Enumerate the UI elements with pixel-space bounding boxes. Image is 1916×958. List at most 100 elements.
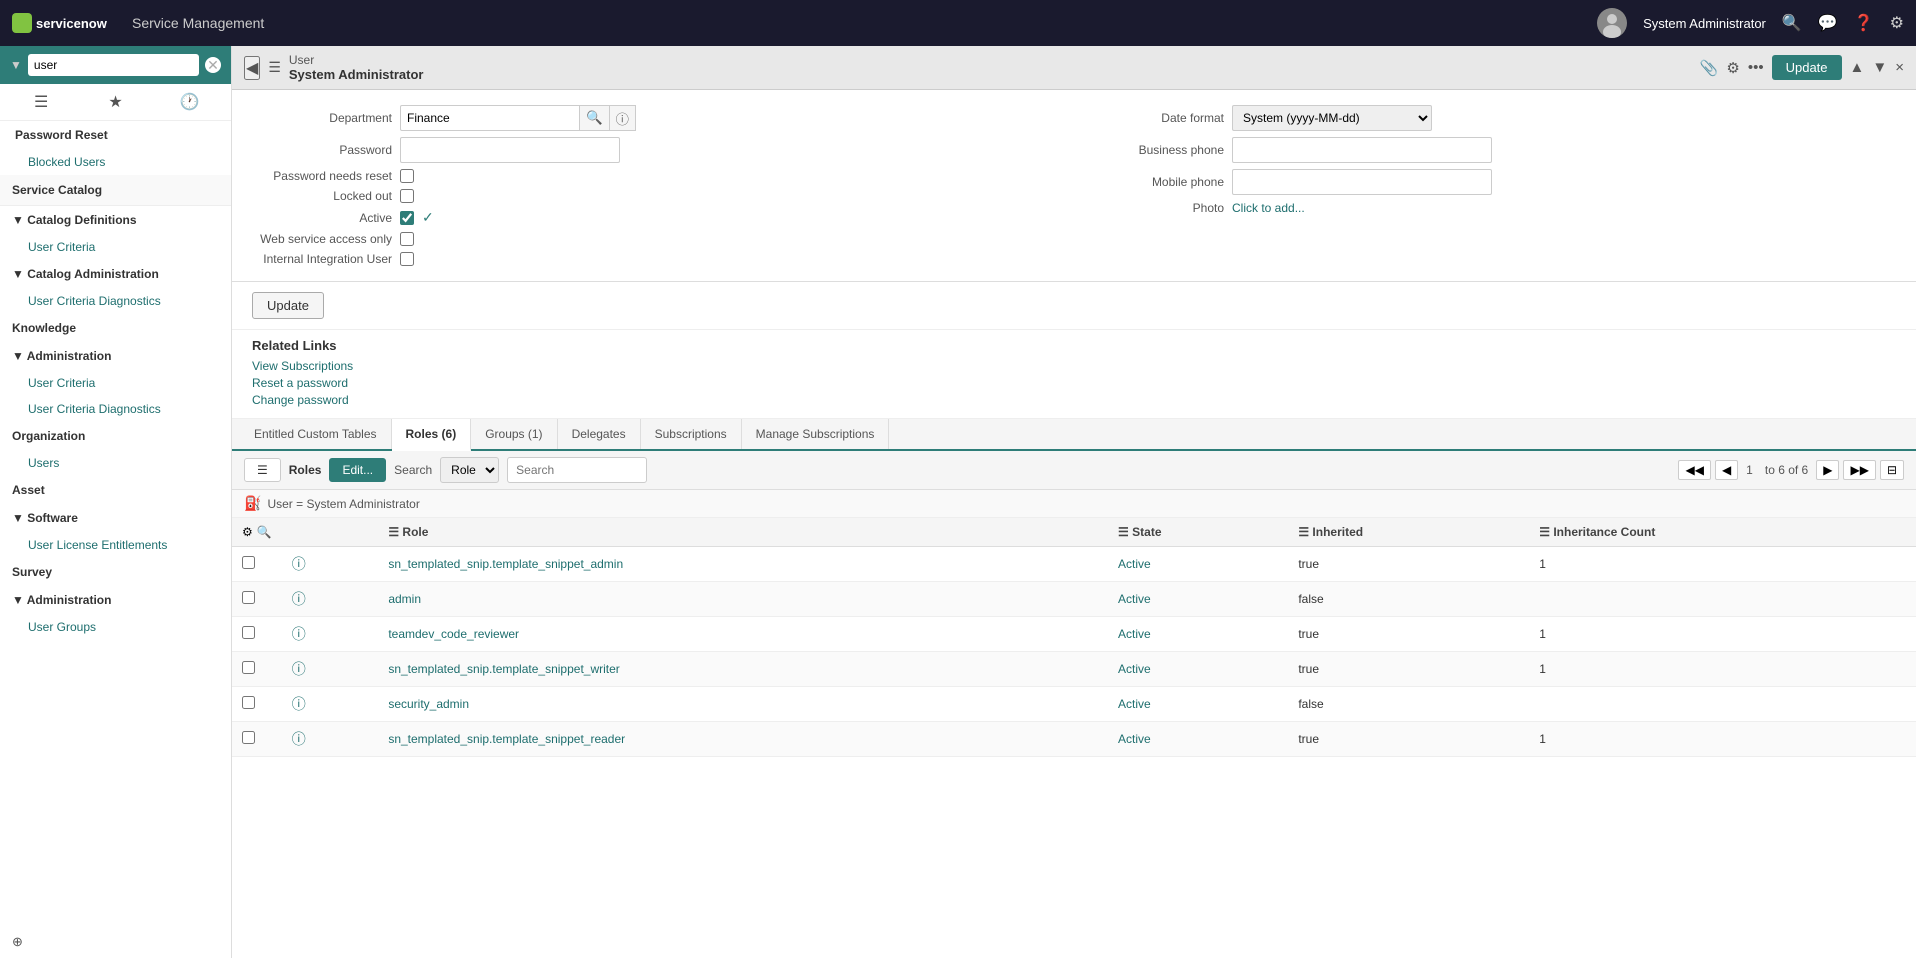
sidebar-item-user-criteria-diagnostics-1[interactable]: User Criteria Diagnostics bbox=[0, 288, 231, 314]
sidebar-item-survey[interactable]: Survey bbox=[0, 558, 231, 586]
role-link-6[interactable]: sn_templated_snip.template_snippet_reade… bbox=[388, 732, 625, 746]
sidebar-add-btn[interactable]: ⊕ bbox=[0, 926, 231, 958]
sidebar-tab-history[interactable]: 🕐 bbox=[157, 88, 223, 116]
state-link-3[interactable]: Active bbox=[1118, 627, 1151, 641]
row-info-icon-6[interactable]: ⓘ bbox=[292, 731, 306, 747]
sidebar-item-organization[interactable]: Organization bbox=[0, 422, 231, 450]
table-menu-btn[interactable]: ☰ bbox=[244, 458, 281, 482]
tab-groups[interactable]: Groups (1) bbox=[471, 419, 557, 449]
tab-entitled-custom-tables[interactable]: Entitled Custom Tables bbox=[240, 419, 392, 449]
sidebar-item-user-criteria-1[interactable]: User Criteria bbox=[0, 234, 231, 260]
row-info-icon-1[interactable]: ⓘ bbox=[292, 556, 306, 572]
state-link-1[interactable]: Active bbox=[1118, 557, 1151, 571]
department-info-btn[interactable]: ⓘ bbox=[610, 105, 636, 131]
nav-down-button[interactable]: ▼ bbox=[1872, 59, 1887, 76]
table-search-col-btn[interactable]: 🔍 bbox=[257, 525, 272, 539]
filter-funnel-icon: ⛽ bbox=[244, 495, 261, 512]
table-search-input[interactable] bbox=[507, 457, 647, 483]
chat-icon[interactable]: 💬 bbox=[1818, 13, 1838, 33]
sidebar-item-user-groups[interactable]: User Groups bbox=[0, 614, 231, 640]
locked-out-checkbox[interactable] bbox=[400, 189, 414, 203]
password-input[interactable] bbox=[400, 137, 620, 163]
first-page-btn[interactable]: ◀◀ bbox=[1678, 460, 1710, 480]
state-link-4[interactable]: Active bbox=[1118, 662, 1151, 676]
help-icon[interactable]: ❓ bbox=[1854, 13, 1874, 33]
tab-delegates[interactable]: Delegates bbox=[558, 419, 641, 449]
form-settings-button[interactable]: ⚙ bbox=[1726, 59, 1739, 77]
tab-roles[interactable]: Roles (6) bbox=[392, 419, 472, 451]
row-checkbox-4[interactable] bbox=[242, 661, 255, 674]
reset-password-link[interactable]: Reset a password bbox=[252, 376, 1896, 390]
edit-btn[interactable]: Edit... bbox=[329, 458, 386, 482]
photo-click-link[interactable]: Click to add... bbox=[1232, 201, 1305, 215]
sidebar-expand-administration-1[interactable]: ▼ Administration bbox=[0, 342, 231, 370]
brand-logo[interactable]: servicenow bbox=[12, 11, 122, 35]
row-checkbox-2[interactable] bbox=[242, 591, 255, 604]
attach-button[interactable]: 📎 bbox=[1700, 59, 1719, 77]
role-link-3[interactable]: teamdev_code_reviewer bbox=[388, 627, 519, 641]
update-header-button[interactable]: Update bbox=[1772, 55, 1842, 80]
row-info-icon-4[interactable]: ⓘ bbox=[292, 661, 306, 677]
role-link-1[interactable]: sn_templated_snip.template_snippet_admin bbox=[388, 557, 623, 571]
table-gear-btn[interactable]: ⚙ bbox=[242, 525, 253, 539]
sidebar-search-input[interactable] bbox=[28, 54, 199, 76]
sidebar-expand-catalog-definitions[interactable]: ▼ Catalog Definitions bbox=[0, 206, 231, 234]
sidebar-tab-list[interactable]: ☰ bbox=[8, 88, 74, 116]
close-panel-button[interactable]: × bbox=[1895, 59, 1904, 76]
prev-page-btn[interactable]: ◀ bbox=[1715, 460, 1738, 480]
sidebar-tab-favorites[interactable]: ★ bbox=[82, 88, 148, 116]
sidebar-clear-btn[interactable]: ✕ bbox=[205, 57, 221, 73]
update-form-button[interactable]: Update bbox=[252, 292, 324, 319]
tab-subscriptions[interactable]: Subscriptions bbox=[641, 419, 742, 449]
department-search-btn[interactable]: 🔍 bbox=[580, 105, 610, 131]
back-button[interactable]: ◀ bbox=[244, 56, 260, 80]
nav-up-button[interactable]: ▲ bbox=[1850, 59, 1865, 76]
related-links-title: Related Links bbox=[252, 338, 1896, 353]
last-page-btn[interactable]: ▶▶ bbox=[1843, 460, 1875, 480]
state-link-5[interactable]: Active bbox=[1118, 697, 1151, 711]
inherited-6: true bbox=[1288, 722, 1529, 757]
sidebar-item-user-license[interactable]: User License Entitlements bbox=[0, 532, 231, 558]
role-link-2[interactable]: admin bbox=[388, 592, 421, 606]
row-checkbox-5[interactable] bbox=[242, 696, 255, 709]
sidebar-item-blocked-users[interactable]: Blocked Users bbox=[0, 149, 231, 175]
change-password-link[interactable]: Change password bbox=[252, 393, 1896, 407]
sidebar-item-user-criteria-diagnostics-2[interactable]: User Criteria Diagnostics bbox=[0, 396, 231, 422]
business-phone-input[interactable] bbox=[1232, 137, 1492, 163]
tab-manage-subscriptions[interactable]: Manage Subscriptions bbox=[742, 419, 890, 449]
grid-view-btn[interactable]: ⊟ bbox=[1880, 460, 1904, 480]
internal-integration-checkbox[interactable] bbox=[400, 252, 414, 266]
role-link-4[interactable]: sn_templated_snip.template_snippet_write… bbox=[388, 662, 619, 676]
state-link-6[interactable]: Active bbox=[1118, 732, 1151, 746]
row-info-icon-3[interactable]: ⓘ bbox=[292, 626, 306, 642]
password-needs-reset-checkbox[interactable] bbox=[400, 169, 414, 183]
sidebar-expand-software[interactable]: ▼ Software bbox=[0, 504, 231, 532]
date-format-select[interactable]: System (yyyy-MM-dd) bbox=[1232, 105, 1432, 131]
top-navigation: servicenow Service Management System Adm… bbox=[0, 0, 1916, 46]
sidebar-expand-catalog-admin[interactable]: ▼ Catalog Administration bbox=[0, 260, 231, 288]
row-checkbox-3[interactable] bbox=[242, 626, 255, 639]
search-icon[interactable]: 🔍 bbox=[1782, 13, 1802, 33]
role-link-5[interactable]: security_admin bbox=[388, 697, 469, 711]
sidebar-item-knowledge[interactable]: Knowledge bbox=[0, 314, 231, 342]
view-subscriptions-link[interactable]: View Subscriptions bbox=[252, 359, 1896, 373]
next-page-btn[interactable]: ▶ bbox=[1816, 460, 1839, 480]
row-info-icon-5[interactable]: ⓘ bbox=[292, 696, 306, 712]
inherited-2: false bbox=[1288, 582, 1529, 617]
row-checkbox-1[interactable] bbox=[242, 556, 255, 569]
row-checkbox-6[interactable] bbox=[242, 731, 255, 744]
web-service-checkbox[interactable] bbox=[400, 232, 414, 246]
department-input[interactable] bbox=[400, 105, 580, 131]
mobile-phone-input[interactable] bbox=[1232, 169, 1492, 195]
state-link-2[interactable]: Active bbox=[1118, 592, 1151, 606]
search-field-select[interactable]: Role bbox=[440, 457, 499, 483]
sidebar-item-password-reset[interactable]: Password Reset bbox=[0, 121, 231, 149]
settings-icon[interactable]: ⚙ bbox=[1890, 13, 1904, 33]
sidebar-item-user-criteria-2[interactable]: User Criteria bbox=[0, 370, 231, 396]
more-options-button[interactable]: ••• bbox=[1748, 59, 1764, 76]
row-info-icon-2[interactable]: ⓘ bbox=[292, 591, 306, 607]
active-checkbox[interactable] bbox=[400, 211, 414, 225]
sidebar-expand-administration-2[interactable]: ▼ Administration bbox=[0, 586, 231, 614]
sidebar-item-users[interactable]: Users bbox=[0, 450, 231, 476]
sidebar-item-asset[interactable]: Asset bbox=[0, 476, 231, 504]
